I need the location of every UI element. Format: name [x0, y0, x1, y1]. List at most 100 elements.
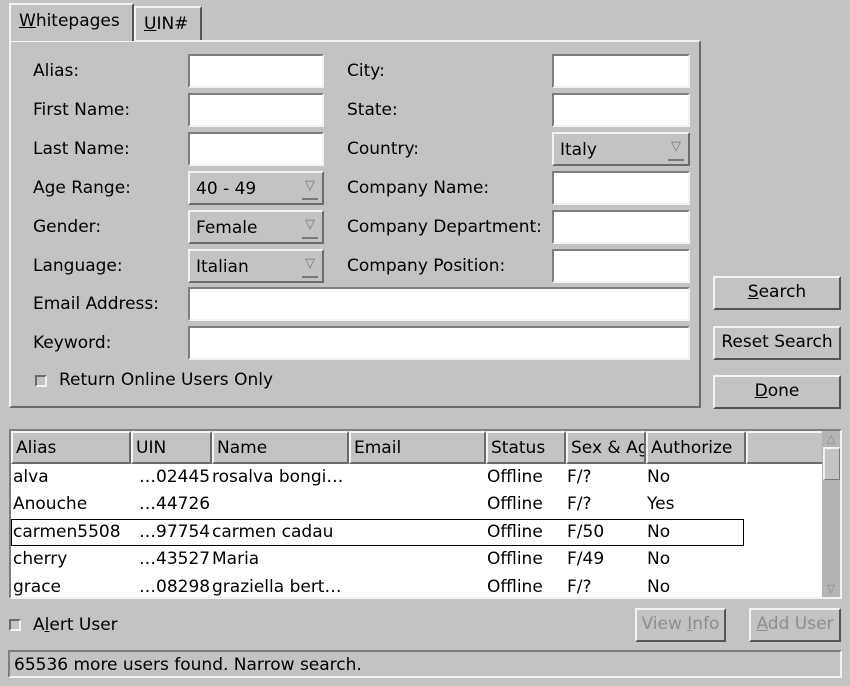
- add-user-mnemonic: A: [756, 614, 768, 634]
- results-table[interactable]: Alias UIN Name Email Status Sex & Age Au…: [9, 429, 842, 599]
- cell-status: Offline: [487, 522, 543, 542]
- country-label: Country:: [347, 139, 420, 159]
- company-position-input[interactable]: [552, 249, 690, 283]
- cell-sex-age: F/?: [567, 494, 592, 514]
- country-dropdown[interactable]: Italy ▽: [552, 132, 690, 166]
- column-header-sex-age[interactable]: Sex & Age: [566, 431, 646, 464]
- table-row[interactable]: alva …02445 rosalva bongi… Offline F/? N…: [11, 464, 744, 491]
- cell-uin: …08298: [139, 577, 211, 597]
- cell-uin: …02445: [139, 467, 211, 487]
- alert-user-checkbox[interactable]: [9, 619, 21, 631]
- online-only-label: Return Online Users Only: [59, 370, 274, 390]
- search-label: earch: [758, 282, 807, 302]
- company-name-input[interactable]: [552, 171, 690, 205]
- cell-sex-age: F/?: [567, 577, 592, 597]
- reset-search-button[interactable]: Reset Search: [713, 326, 841, 360]
- email-label: Email Address:: [33, 294, 159, 314]
- country-value: Italy: [560, 140, 597, 160]
- whitepages-panel: Alias: First Name: Last Name: Age Range:…: [9, 40, 701, 408]
- cell-alias: Anouche: [13, 494, 88, 514]
- view-info-pre: View: [641, 614, 688, 634]
- cell-alias: carmen5508: [13, 522, 121, 542]
- column-header-alias[interactable]: Alias: [11, 431, 131, 464]
- company-department-input[interactable]: [552, 210, 690, 244]
- arrow-down-icon[interactable]: ▽: [823, 582, 839, 596]
- cell-authorize: Yes: [647, 494, 675, 514]
- arrow-up-icon[interactable]: △: [823, 432, 839, 446]
- status-bar: 65536 more users found. Narrow search.: [8, 650, 842, 678]
- alias-label: Alias:: [33, 61, 80, 81]
- column-header-filler: [746, 431, 824, 464]
- cell-status: Offline: [487, 494, 543, 514]
- cell-authorize: No: [647, 549, 671, 569]
- cell-status: Offline: [487, 577, 543, 597]
- cell-name: rosalva bongi…: [212, 467, 344, 487]
- tab-mnemonic: U: [144, 14, 157, 34]
- last-name-input[interactable]: [188, 132, 324, 166]
- cell-name: graziella bert…: [212, 577, 342, 597]
- online-only-checkbox[interactable]: [35, 375, 47, 387]
- cell-status: Offline: [487, 467, 543, 487]
- column-header-email[interactable]: Email: [349, 431, 486, 464]
- state-input[interactable]: [552, 93, 690, 127]
- column-header-status[interactable]: Status: [486, 431, 566, 464]
- cell-status: Offline: [487, 549, 543, 569]
- city-label: City:: [347, 61, 385, 81]
- vertical-scrollbar[interactable]: △ ▽: [822, 431, 840, 597]
- table-row[interactable]: cherry …43527 Maria Offline F/49 No: [11, 546, 744, 573]
- reset-search-label: Reset Search: [721, 332, 833, 352]
- triangle-down-icon: ▽: [668, 139, 684, 161]
- alert-user-rest: ert User: [49, 615, 118, 635]
- first-name-label: First Name:: [33, 100, 131, 120]
- cell-sex-age: F/?: [567, 467, 592, 487]
- language-dropdown[interactable]: Italian ▽: [188, 249, 324, 283]
- view-info-rest: nfo: [692, 614, 720, 634]
- cell-authorize: No: [647, 577, 671, 597]
- keyword-input[interactable]: [188, 326, 690, 360]
- search-mnemonic: S: [747, 282, 759, 302]
- scrollbar-thumb[interactable]: [823, 447, 840, 480]
- view-info-button[interactable]: View Info: [635, 608, 726, 642]
- cell-uin: …44726: [139, 494, 211, 514]
- company-department-label: Company Department:: [347, 217, 542, 237]
- keyword-label: Keyword:: [33, 333, 112, 353]
- age-range-value: 40 - 49: [196, 179, 257, 199]
- tab-whitepages[interactable]: Whitepages: [9, 3, 134, 41]
- cell-sex-age: F/50: [567, 522, 605, 542]
- table-row-selected[interactable]: carmen5508 …97754 carmen cadau Offline F…: [11, 519, 744, 546]
- column-header-name[interactable]: Name: [212, 431, 349, 464]
- triangle-down-icon: ▽: [302, 178, 318, 200]
- triangle-down-icon: ▽: [302, 217, 318, 239]
- search-button[interactable]: Search: [713, 276, 841, 310]
- alias-input[interactable]: [188, 54, 324, 88]
- tab-uin[interactable]: UIN#: [134, 6, 202, 40]
- cell-name: Maria: [212, 549, 260, 569]
- table-row[interactable]: grace …08298 graziella bert… Offline F/?…: [11, 574, 744, 597]
- column-header-uin[interactable]: UIN: [131, 431, 212, 464]
- language-label: Language:: [33, 256, 123, 276]
- cell-uin: …43527: [139, 549, 211, 569]
- last-name-label: Last Name:: [33, 139, 130, 159]
- company-name-label: Company Name:: [347, 178, 490, 198]
- cell-alias: alva: [13, 467, 49, 487]
- age-range-label: Age Range:: [33, 178, 131, 198]
- first-name-input[interactable]: [188, 93, 324, 127]
- done-label: one: [767, 381, 800, 401]
- age-range-dropdown[interactable]: 40 - 49 ▽: [188, 171, 324, 205]
- cell-alias: cherry: [13, 549, 68, 569]
- alert-user-pre: A: [33, 615, 45, 635]
- gender-dropdown[interactable]: Female ▽: [188, 210, 324, 244]
- alert-user-label: Alert User: [33, 615, 118, 635]
- done-button[interactable]: Done: [713, 375, 841, 409]
- tab-label: hitepages: [35, 11, 120, 31]
- cell-uin: …97754: [139, 522, 211, 542]
- table-row[interactable]: Anouche …44726 Offline F/? Yes: [11, 491, 744, 518]
- gender-label: Gender:: [33, 217, 102, 237]
- add-user-rest: dd User: [767, 614, 834, 634]
- language-value: Italian: [196, 257, 249, 277]
- email-input[interactable]: [188, 287, 690, 321]
- add-user-button[interactable]: Add User: [749, 608, 841, 642]
- cell-authorize: No: [647, 467, 671, 487]
- city-input[interactable]: [552, 54, 690, 88]
- column-header-authorize[interactable]: Authorize: [646, 431, 746, 464]
